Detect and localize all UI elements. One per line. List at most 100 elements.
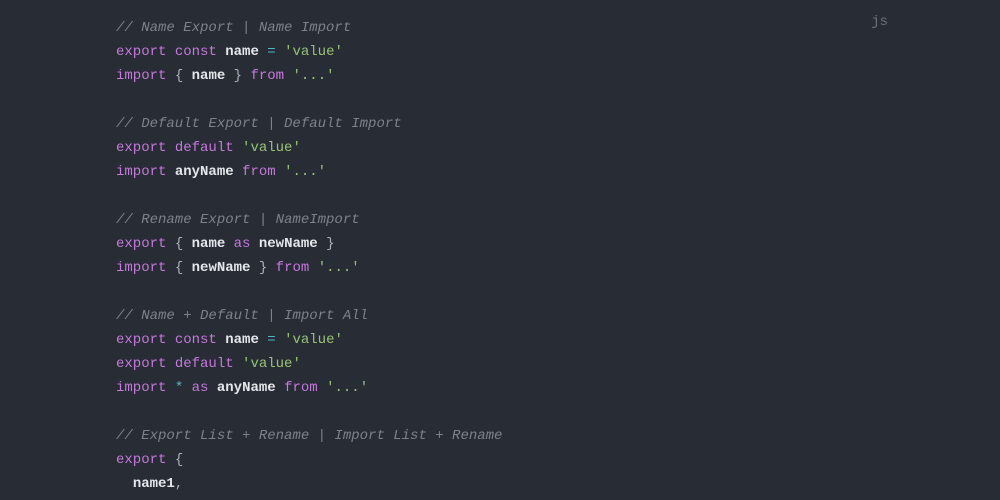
token-keyword: as (192, 380, 209, 396)
token-keyword: export (116, 140, 166, 156)
token-punct (208, 380, 216, 396)
token-comment: // Export List + Rename | Import List + … (116, 428, 502, 444)
token-string: '...' (292, 68, 334, 84)
token-keyword: export (116, 44, 166, 60)
code-line (116, 280, 1000, 304)
token-ident: name (225, 44, 259, 60)
token-punct (116, 476, 133, 492)
code-line: import anyName from '...' (116, 160, 1000, 184)
token-punct (276, 164, 284, 180)
token-punct (217, 44, 225, 60)
token-string: 'value' (242, 356, 301, 372)
token-string: 'value' (284, 44, 343, 60)
token-string: '...' (318, 260, 360, 276)
token-op: = (267, 332, 275, 348)
token-ident: name1 (133, 476, 175, 492)
token-punct (166, 44, 174, 60)
code-line: import { name } from '...' (116, 64, 1000, 88)
token-keyword: import (116, 68, 166, 84)
code-line (116, 400, 1000, 424)
code-line: export const name = 'value' (116, 328, 1000, 352)
token-keyword: default (175, 356, 234, 372)
code-line: // Default Export | Default Import (116, 112, 1000, 136)
token-punct (166, 356, 174, 372)
token-punct (166, 332, 174, 348)
token-string: 'value' (284, 332, 343, 348)
code-line: import { newName } from '...' (116, 256, 1000, 280)
token-keyword: export (116, 236, 166, 252)
token-comment: // Name + Default | Import All (116, 308, 368, 324)
token-string: '...' (326, 380, 368, 396)
token-punct (166, 380, 174, 396)
token-keyword: const (175, 332, 217, 348)
token-op: = (267, 44, 275, 60)
token-string: 'value' (242, 140, 301, 156)
code-block: js // Name Export | Name Import export co… (0, 0, 1000, 500)
token-punct (234, 164, 242, 180)
token-punct: { (166, 452, 183, 468)
token-punct (309, 260, 317, 276)
token-keyword: from (250, 68, 284, 84)
code-line: export default 'value' (116, 136, 1000, 160)
code-line: // Rename Export | NameImport (116, 208, 1000, 232)
token-ident: name (192, 236, 226, 252)
token-punct: } (318, 236, 335, 252)
language-label: js (871, 10, 888, 34)
token-punct: , (175, 476, 183, 492)
code-line: // Export List + Rename | Import List + … (116, 424, 1000, 448)
token-punct (276, 380, 284, 396)
token-op: * (175, 380, 183, 396)
token-punct: { (166, 236, 191, 252)
token-keyword: export (116, 452, 166, 468)
code-line: // Name Export | Name Import (116, 16, 1000, 40)
token-keyword: const (175, 44, 217, 60)
token-punct: { (166, 68, 191, 84)
token-keyword: export (116, 356, 166, 372)
code-line (116, 184, 1000, 208)
token-comment: // Name Export | Name Import (116, 20, 351, 36)
token-punct (234, 140, 242, 156)
code-line: export { (116, 448, 1000, 472)
code-line (116, 88, 1000, 112)
token-punct: } (225, 68, 250, 84)
token-keyword: import (116, 164, 166, 180)
token-punct (234, 356, 242, 372)
token-punct (276, 332, 284, 348)
code-line: // Name + Default | Import All (116, 304, 1000, 328)
token-keyword: import (116, 380, 166, 396)
token-punct (259, 332, 267, 348)
token-keyword: as (234, 236, 251, 252)
token-punct (166, 140, 174, 156)
code-listing: // Name Export | Name Import export const… (116, 16, 1000, 496)
token-ident: newName (192, 260, 251, 276)
token-punct: { (166, 260, 191, 276)
token-punct (166, 164, 174, 180)
code-line: export const name = 'value' (116, 40, 1000, 64)
token-ident: anyName (217, 380, 276, 396)
token-punct (259, 44, 267, 60)
token-ident: anyName (175, 164, 234, 180)
code-line: name1, (116, 472, 1000, 496)
token-ident: newName (259, 236, 318, 252)
token-punct (183, 380, 191, 396)
token-ident: name (225, 332, 259, 348)
token-keyword: from (276, 260, 310, 276)
token-ident: name (192, 68, 226, 84)
token-keyword: from (242, 164, 276, 180)
token-punct (250, 236, 258, 252)
token-punct (217, 332, 225, 348)
token-comment: // Rename Export | NameImport (116, 212, 360, 228)
token-punct: } (250, 260, 275, 276)
token-keyword: default (175, 140, 234, 156)
code-line: export default 'value' (116, 352, 1000, 376)
token-keyword: import (116, 260, 166, 276)
token-string: '...' (284, 164, 326, 180)
code-line: import * as anyName from '...' (116, 376, 1000, 400)
code-line: export { name as newName } (116, 232, 1000, 256)
token-comment: // Default Export | Default Import (116, 116, 402, 132)
token-keyword: export (116, 332, 166, 348)
token-punct (225, 236, 233, 252)
token-punct (318, 380, 326, 396)
token-keyword: from (284, 380, 318, 396)
token-punct (276, 44, 284, 60)
